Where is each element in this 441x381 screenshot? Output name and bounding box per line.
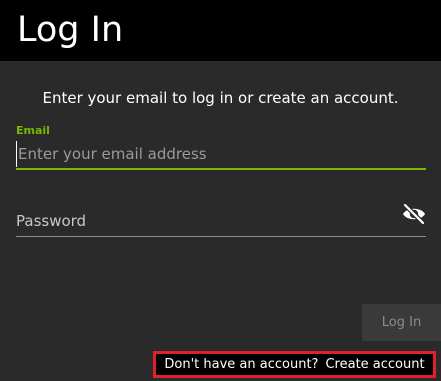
page-title: Log In [17,10,124,50]
password-underline [16,236,426,237]
eye-slash-icon[interactable] [401,203,427,225]
no-account-text: Don't have an account? [164,357,319,372]
create-account-link[interactable]: Create account [325,357,424,372]
email-field[interactable] [16,141,426,167]
email-underline [16,168,426,170]
password-field[interactable] [16,208,386,234]
page-header: Log In [0,0,441,61]
email-label: Email [16,124,50,137]
login-button[interactable]: Log In [362,304,441,341]
eye-slash-icon-graphic [402,203,426,225]
intro-text: Enter your email to log in or create an … [42,89,399,107]
create-account-row: Don't have an account? Create account [153,351,436,378]
